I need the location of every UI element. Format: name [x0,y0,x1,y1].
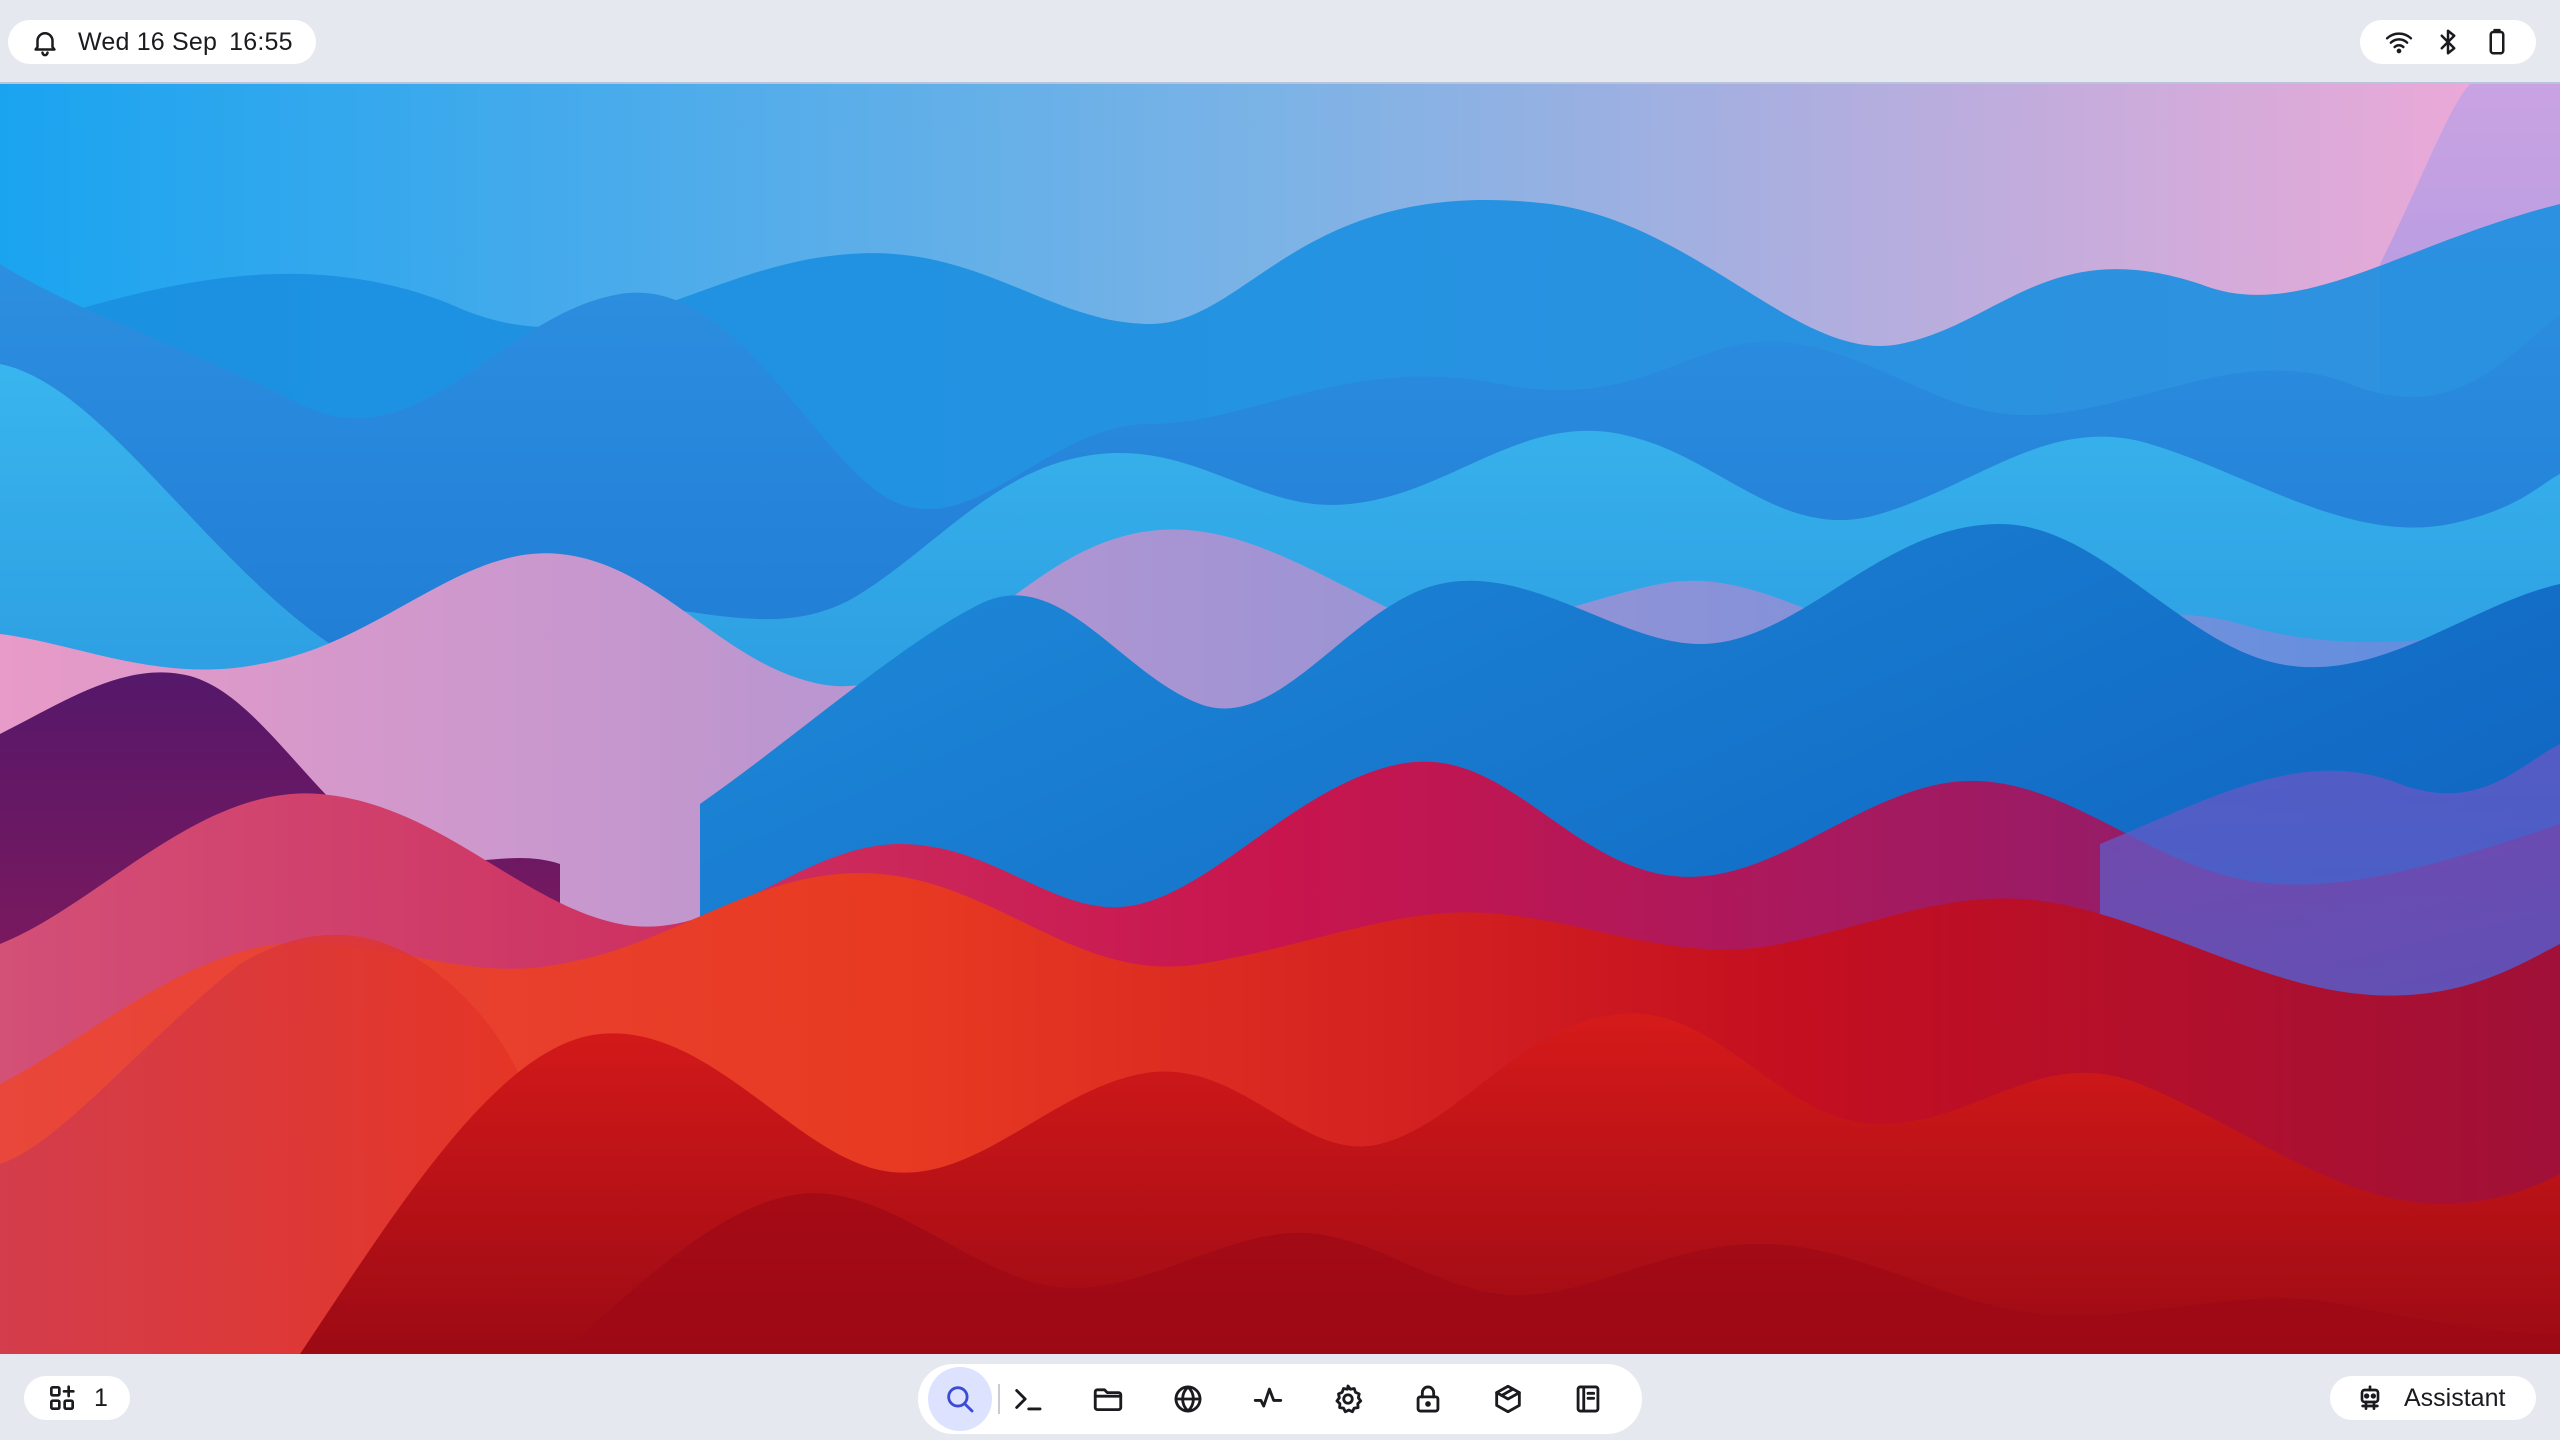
workspaces-icon [49,1385,75,1410]
wallpaper [0,84,2560,1354]
package-icon [1495,1384,1521,1414]
date-label: Wed 16 Sep [78,27,218,56]
assistant-button[interactable]: Assistant [2330,1376,2536,1420]
status-area[interactable] [2360,20,2536,64]
time-label: 16:55 [229,27,293,56]
clock-widget[interactable]: Wed 16 Sep 16:55 [8,20,316,64]
search-icon [947,1386,974,1413]
dock-item-lock[interactable] [1396,1367,1460,1431]
dock-item-settings[interactable] [1316,1367,1380,1431]
dock-item-app-store[interactable] [1476,1367,1540,1431]
assistant-label: Assistant [2404,1383,2506,1412]
wifi-icon[interactable] [2384,27,2414,57]
dock [918,1364,1642,1434]
top-bar: Wed 16 Sep 16:55 [0,0,2560,84]
globe-icon [1174,1385,1202,1413]
lock-icon [1416,1385,1440,1413]
folder-icon [1093,1388,1123,1412]
bluetooth-icon[interactable] [2433,27,2463,57]
battery-icon[interactable] [2482,27,2512,57]
bell-icon[interactable] [30,27,60,57]
robot-icon [2360,1385,2380,1410]
notebook-icon [1576,1385,1600,1413]
desktop: Wed 16 Sep 16:55 1 Assistant [0,0,2560,1440]
gear-icon [1335,1384,1363,1414]
dock-item-notes[interactable] [1556,1367,1620,1431]
wallpaper-image [0,84,2560,1354]
workspace-indicator[interactable]: 1 [24,1376,130,1420]
activity-icon [1253,1387,1283,1408]
dock-item-browser[interactable] [1156,1367,1220,1431]
dock-item-search[interactable] [928,1367,992,1431]
dock-item-files[interactable] [1076,1367,1140,1431]
workspace-number: 1 [94,1383,108,1412]
bottom-bar: 1 Assistant [0,1354,2560,1440]
date-time: Wed 16 Sep 16:55 [78,28,293,57]
terminal-icon [1015,1389,1042,1411]
dock-item-system-monitor[interactable] [1236,1367,1300,1431]
dock-item-terminal[interactable] [996,1367,1060,1431]
